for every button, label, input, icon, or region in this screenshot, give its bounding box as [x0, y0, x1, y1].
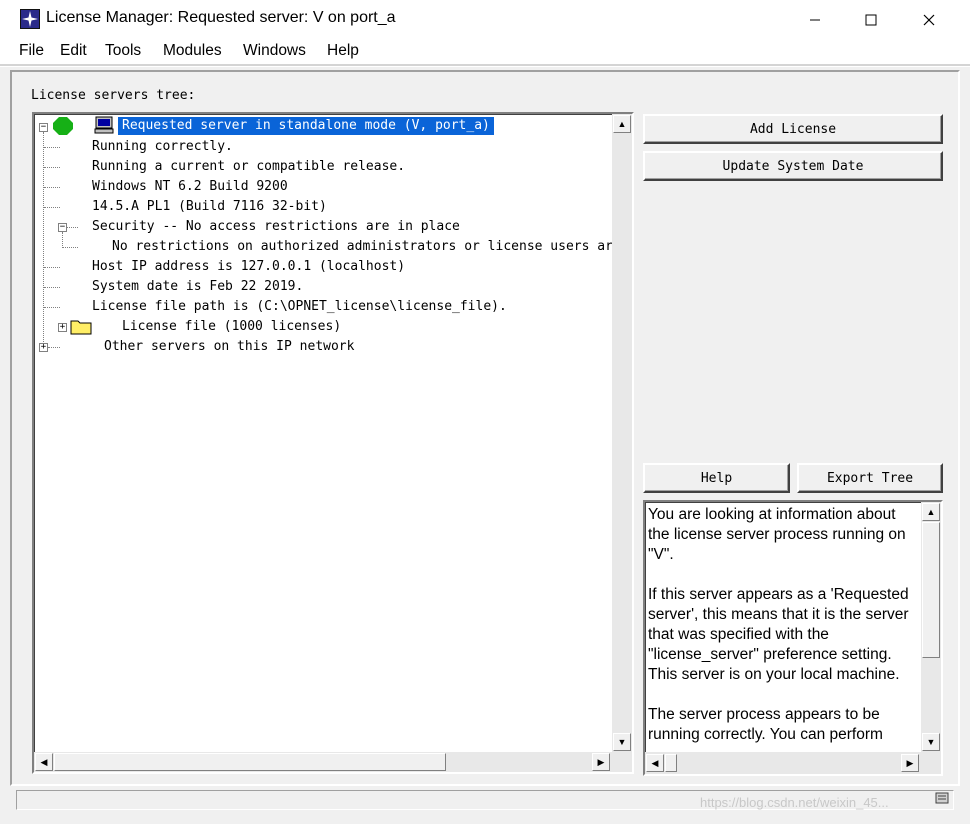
scroll-up-button[interactable]: ▲: [922, 503, 940, 521]
scroll-thumb[interactable]: [665, 754, 677, 772]
tree-item-release[interactable]: Running a current or compatible release.: [92, 157, 405, 177]
tree-connector: [44, 147, 60, 148]
help-paragraph: If this server appears as a 'Requested s…: [648, 586, 909, 663]
update-system-date-button[interactable]: Update System Date: [643, 151, 943, 181]
scroll-thumb[interactable]: [922, 522, 940, 658]
scroll-left-button[interactable]: ◀: [646, 754, 664, 772]
tree-connector: [43, 132, 44, 350]
tree-connector: [44, 287, 60, 288]
menu-separator: [0, 64, 970, 67]
info-horizontal-scrollbar[interactable]: ◀ ▶: [645, 752, 941, 774]
tree-item-other-servers[interactable]: Other servers on this IP network: [104, 337, 354, 357]
tree-connector: [44, 167, 60, 168]
menu-tools[interactable]: Tools: [105, 42, 141, 60]
computer-icon: [94, 116, 114, 134]
collapse-toggle[interactable]: −: [39, 123, 48, 132]
folder-icon: [70, 320, 92, 335]
close-button[interactable]: [900, 0, 958, 40]
tree-connector: [62, 247, 78, 248]
maximize-icon: [865, 14, 877, 26]
tree-item-license-file[interactable]: License file (1000 licenses): [122, 317, 341, 337]
tree-item-license-path[interactable]: License file path is (C:\OPNET_license\l…: [92, 297, 507, 317]
menu-modules[interactable]: Modules: [163, 42, 222, 60]
tree-item-running[interactable]: Running correctly.: [92, 137, 233, 157]
tree-vertical-scrollbar[interactable]: ▲ ▼: [612, 114, 632, 752]
status-indicator-icon[interactable]: [934, 790, 950, 806]
close-icon: [923, 14, 935, 26]
info-vertical-scrollbar[interactable]: ▲ ▼: [921, 502, 941, 752]
tree-label: License servers tree:: [31, 88, 196, 103]
tree-item-requested-server[interactable]: Requested server in standalone mode (V, …: [118, 117, 494, 135]
scroll-right-button[interactable]: ▶: [901, 754, 919, 772]
window-title: License Manager: Requested server: V on …: [46, 9, 396, 26]
expand-toggle[interactable]: +: [58, 323, 67, 332]
add-license-button[interactable]: Add License: [643, 114, 943, 144]
minimize-icon: [810, 19, 820, 21]
tree-item-version[interactable]: 14.5.A PL1 (Build 7116 32-bit): [92, 197, 327, 217]
tree-content: − Requested server in standalone mode (V…: [34, 114, 612, 754]
maximize-button[interactable]: [842, 0, 900, 40]
tree-item-host-ip[interactable]: Host IP address is 127.0.0.1 (localhost): [92, 257, 405, 277]
tree-connector: [44, 307, 60, 308]
scroll-down-button[interactable]: ▼: [922, 733, 940, 751]
scroll-up-button[interactable]: ▲: [613, 115, 631, 133]
watermark: https://blog.csdn.net/weixin_45...: [700, 795, 889, 810]
help-button[interactable]: Help: [643, 463, 790, 493]
menu-help[interactable]: Help: [327, 42, 359, 60]
scroll-left-button[interactable]: ◀: [35, 753, 53, 771]
tree-connector: [62, 232, 63, 246]
tree-item-os[interactable]: Windows NT 6.2 Build 9200: [92, 177, 288, 197]
tree-connector: [44, 207, 60, 208]
help-paragraph: This server is on your local machine.: [648, 666, 900, 683]
expand-toggle[interactable]: +: [39, 343, 48, 352]
collapse-toggle[interactable]: −: [58, 223, 67, 232]
menu-bar: File Edit Tools Modules Windows Help: [0, 40, 970, 64]
server-status-ok-icon: [53, 117, 73, 135]
scroll-down-button[interactable]: ▼: [613, 733, 631, 751]
tree-item-system-date[interactable]: System date is Feb 22 2019.: [92, 277, 303, 297]
help-paragraph: The server process appears to be running…: [648, 706, 883, 743]
tree-item-security-detail[interactable]: No restrictions on authorized administra…: [112, 237, 612, 257]
tree-connector: [48, 347, 60, 348]
tree-connector: [44, 267, 60, 268]
scroll-right-button[interactable]: ▶: [592, 753, 610, 771]
scroll-thumb[interactable]: [54, 753, 446, 771]
tree-item-security[interactable]: Security -- No access restrictions are i…: [92, 217, 460, 237]
tree-horizontal-scrollbar[interactable]: ◀ ▶: [34, 752, 632, 772]
help-text: You are looking at information about the…: [648, 505, 920, 745]
app-logo-icon: [20, 9, 40, 29]
export-tree-button[interactable]: Export Tree: [797, 463, 943, 493]
help-paragraph: You are looking at information about the…: [648, 506, 906, 563]
license-servers-tree[interactable]: − Requested server in standalone mode (V…: [32, 112, 634, 774]
menu-edit[interactable]: Edit: [60, 42, 87, 60]
menu-file[interactable]: File: [19, 42, 44, 60]
tree-connector: [44, 187, 60, 188]
title-bar: License Manager: Requested server: V on …: [0, 0, 970, 40]
menu-windows[interactable]: Windows: [243, 42, 306, 60]
help-info-panel[interactable]: You are looking at information about the…: [643, 500, 943, 776]
minimize-button[interactable]: [786, 0, 844, 40]
